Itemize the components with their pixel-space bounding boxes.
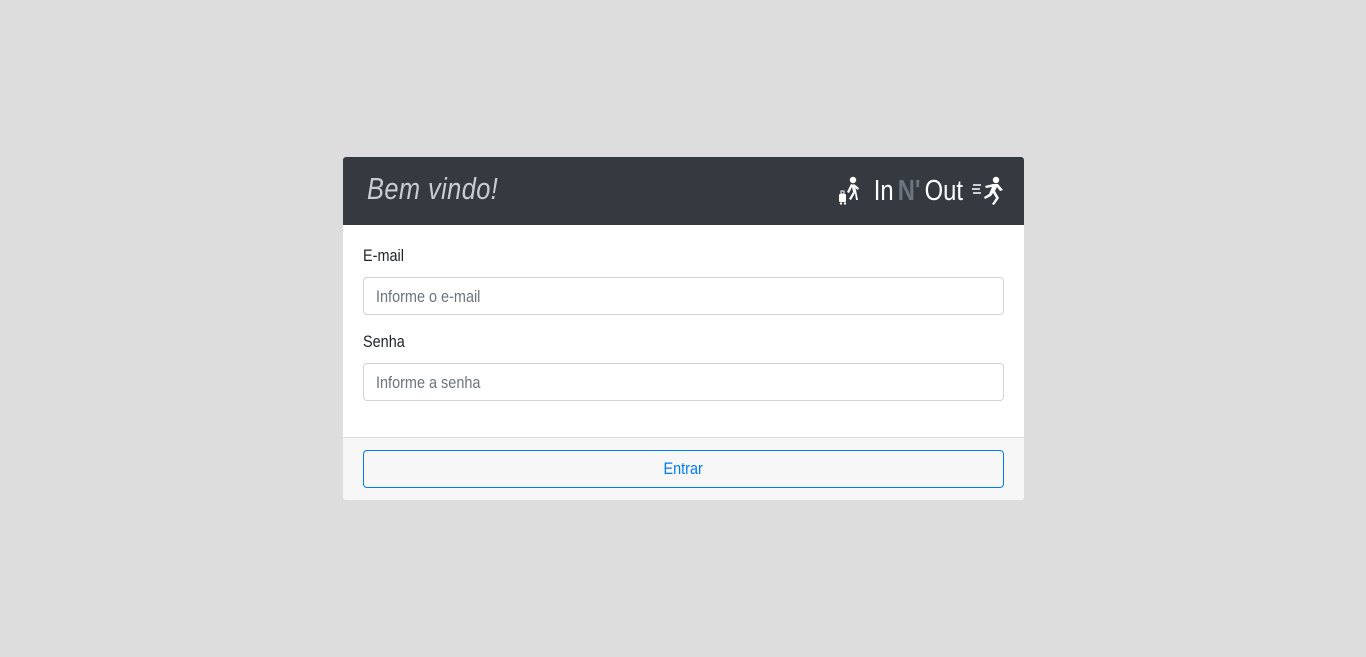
logo-in-text: In [874,174,894,207]
login-button-label: Entrar [663,459,704,478]
card-footer: Entrar [343,437,1024,500]
password-label: Senha [363,332,405,351]
login-button[interactable]: Entrar [363,450,1004,488]
welcome-title: Bem vindo! [367,171,499,206]
email-field[interactable]: Informe o e-mail [363,277,1004,315]
password-field[interactable]: Informe a senha [363,363,1004,401]
logo-text: In N' Out [874,175,963,208]
email-placeholder: Informe o e-mail [376,287,481,306]
login-card: Bem vindo! In N' Out E-mail Informe o e-… [343,157,1024,500]
logo-out-text: Out [924,174,964,207]
walking-with-luggage-icon [837,176,865,206]
running-icon [972,176,1004,206]
logo-n-text: N' [897,174,921,207]
card-body: E-mail Informe o e-mail Senha Informe a … [343,225,1024,437]
password-placeholder: Informe a senha [376,373,481,392]
app-logo: In N' Out [837,173,1004,209]
email-label: E-mail [363,246,404,265]
card-header: Bem vindo! In N' Out [343,157,1024,225]
